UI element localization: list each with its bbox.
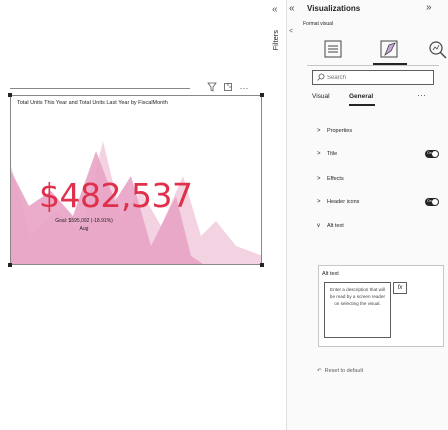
- visualizations-pane: « Visualizations » < Format visual Searc…: [286, 0, 448, 430]
- reset-icon: ↶: [317, 368, 322, 374]
- analytics-icon[interactable]: [425, 37, 448, 63]
- resize-handle-bottom-right[interactable]: [260, 263, 264, 267]
- chevron-right-icon: >: [317, 199, 321, 205]
- toggle-knob: [432, 199, 438, 205]
- chevron-right-icon: >: [317, 128, 321, 134]
- section-properties[interactable]: > Properties: [317, 127, 443, 139]
- filters-rail[interactable]: « Filters: [268, 0, 286, 430]
- chevron-down-icon: v: [317, 223, 320, 229]
- fx-conditional-format-button[interactable]: fx: [393, 282, 407, 294]
- resize-handle-top-left[interactable]: [8, 93, 12, 97]
- title-toggle[interactable]: On: [425, 150, 439, 158]
- format-visual-chevron-icon[interactable]: <: [289, 28, 293, 35]
- focus-mode-icon[interactable]: [222, 82, 234, 95]
- search-icon: [317, 73, 325, 83]
- reset-to-default-button[interactable]: ↶ Reset to default: [317, 368, 363, 374]
- section-header-icons[interactable]: > Header icons On: [317, 198, 443, 210]
- kpi-trend-label: Aug: [79, 226, 89, 232]
- alt-text-placeholder: Enter a description that will be read by…: [329, 287, 386, 306]
- more-options-icon[interactable]: ···: [417, 90, 426, 100]
- filters-label[interactable]: Filters: [271, 30, 280, 50]
- visual-header-line: [10, 88, 190, 89]
- kpi-goal: Goal: $595,092 (-18.91%): [55, 218, 113, 224]
- tab-general[interactable]: General: [349, 93, 373, 100]
- kpi-value: $482,537: [39, 176, 193, 215]
- more-options-icon[interactable]: ···: [238, 82, 250, 94]
- toggle-state-label: On: [427, 199, 432, 203]
- section-label: Alt text: [327, 223, 344, 229]
- visual-header: ···: [10, 82, 262, 96]
- resize-handle-top-right[interactable]: [260, 93, 264, 97]
- reset-label: Reset to default: [324, 368, 364, 374]
- format-visual-icon[interactable]: [377, 37, 403, 63]
- pane-tab-icons: [307, 37, 447, 67]
- collapse-pane-icon[interactable]: «: [289, 3, 295, 14]
- visual-title: Total Units This Year and Total Units La…: [17, 100, 168, 106]
- tab-visual[interactable]: Visual: [312, 93, 330, 100]
- format-visual-label: Format visual: [303, 21, 334, 27]
- toggle-state-label: On: [427, 151, 432, 155]
- search-box[interactable]: [312, 70, 434, 85]
- chevron-right-icon: >: [317, 151, 321, 157]
- resize-handle-bottom-left[interactable]: [8, 263, 12, 267]
- search-input[interactable]: [327, 73, 431, 83]
- section-alt-text[interactable]: v Alt text: [317, 222, 443, 234]
- pane-title: Visualizations: [307, 4, 361, 13]
- filter-icon[interactable]: [206, 82, 218, 95]
- kpi-visual[interactable]: Total Units This Year and Total Units La…: [10, 95, 262, 265]
- toggle-knob: [432, 151, 438, 157]
- tab-divider: [307, 65, 439, 66]
- section-effects[interactable]: > Effects: [317, 175, 443, 187]
- section-label: Properties: [327, 128, 353, 134]
- build-visual-icon[interactable]: [321, 37, 347, 63]
- section-label: Header icons: [327, 199, 360, 205]
- header-icons-toggle[interactable]: On: [425, 198, 439, 206]
- format-visual-row: < Format visual: [289, 20, 333, 38]
- expand-pane-icon[interactable]: »: [426, 2, 432, 13]
- section-label: Effects: [327, 176, 344, 182]
- alt-text-input[interactable]: Enter a description that will be read by…: [324, 282, 391, 338]
- section-title[interactable]: > Title On: [317, 150, 443, 162]
- filters-collapse-icon[interactable]: «: [272, 4, 278, 15]
- alt-text-label: Alt text: [322, 271, 339, 277]
- section-label: Title: [327, 151, 338, 157]
- sub-tab-indicator: [349, 104, 375, 106]
- report-canvas: ··· Total Units This Year and Total Unit…: [0, 0, 268, 430]
- chevron-right-icon: >: [317, 176, 321, 182]
